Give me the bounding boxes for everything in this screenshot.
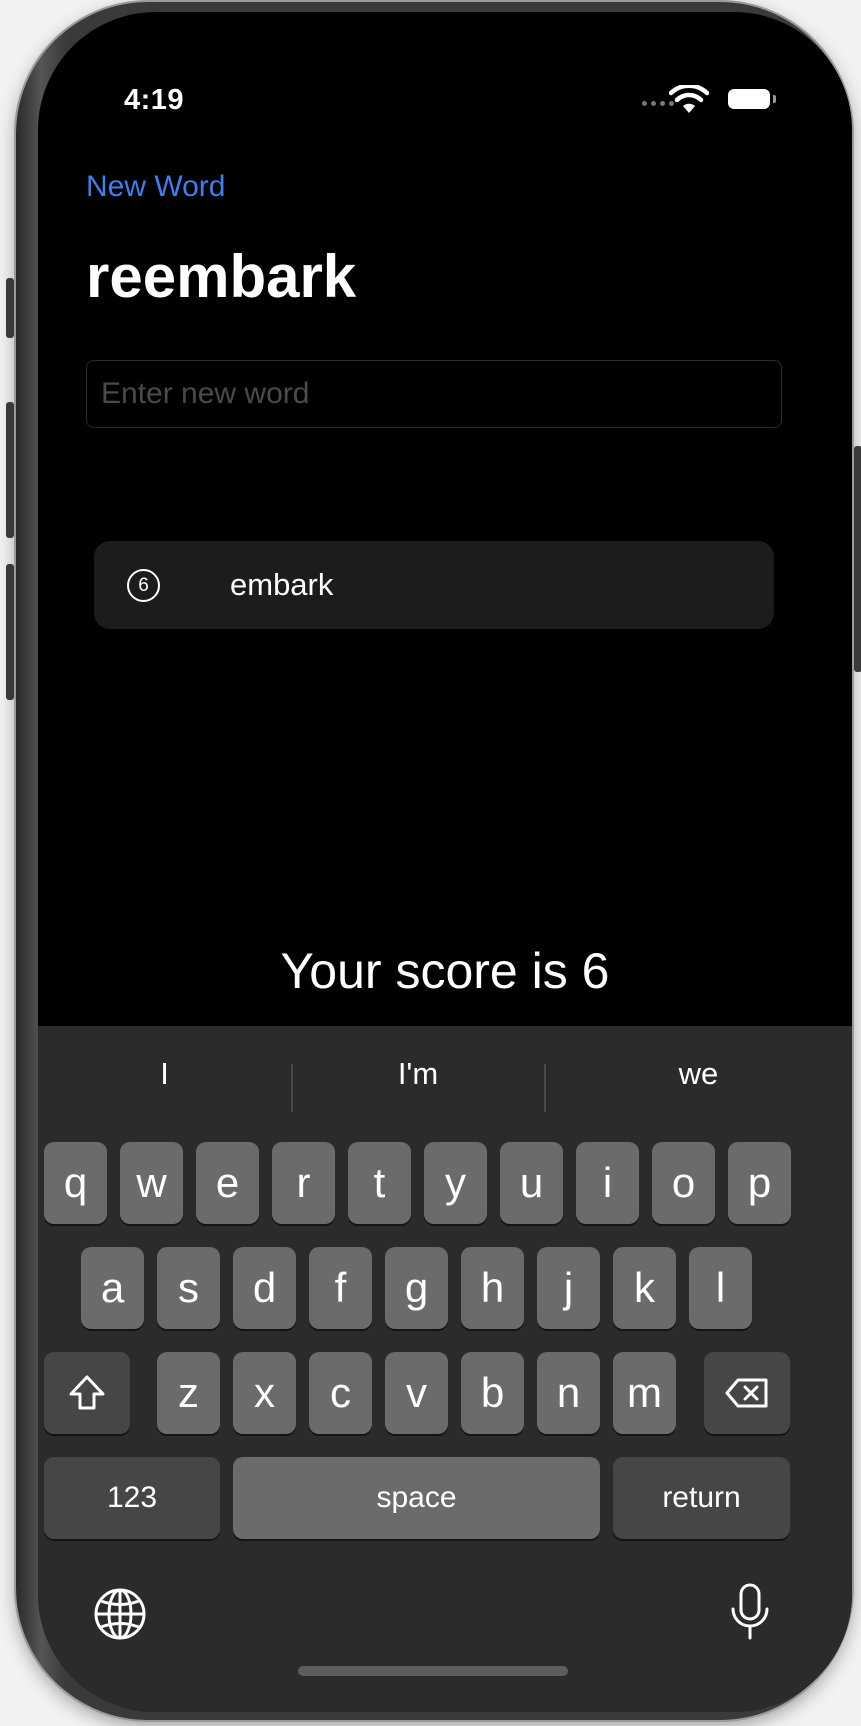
key-q[interactable]: q <box>44 1142 107 1224</box>
key-x[interactable]: x <box>233 1352 296 1434</box>
return-key[interactable]: return <box>613 1457 790 1539</box>
word-input[interactable] <box>86 360 782 428</box>
key-i[interactable]: i <box>576 1142 639 1224</box>
key-c[interactable]: c <box>309 1352 372 1434</box>
volume-up-button <box>6 402 14 538</box>
list-item: 6 embark <box>94 541 774 629</box>
key-o[interactable]: o <box>652 1142 715 1224</box>
key-e[interactable]: e <box>196 1142 259 1224</box>
delete-key[interactable] <box>704 1352 790 1434</box>
wifi-icon <box>669 85 709 113</box>
key-y[interactable]: y <box>424 1142 487 1224</box>
key-d[interactable]: d <box>233 1247 296 1329</box>
predictive-bar: I I'm we <box>38 1026 852 1122</box>
key-u[interactable]: u <box>500 1142 563 1224</box>
home-indicator[interactable] <box>298 1666 568 1676</box>
page-title: reembark <box>86 243 357 310</box>
key-t[interactable]: t <box>348 1142 411 1224</box>
volume-down-button <box>6 564 14 700</box>
score-label: Your score is 6 <box>280 943 610 999</box>
numbers-key[interactable]: 123 <box>44 1457 220 1539</box>
shift-key[interactable] <box>44 1352 130 1434</box>
key-n[interactable]: n <box>537 1352 600 1434</box>
screen: 4:19 New Word reembark 6 embark Your sco… <box>38 12 852 1712</box>
key-l[interactable]: l <box>689 1247 752 1329</box>
delete-icon <box>725 1378 768 1408</box>
key-w[interactable]: w <box>120 1142 183 1224</box>
key-f[interactable]: f <box>309 1247 372 1329</box>
new-word-button[interactable]: New Word <box>86 170 225 204</box>
prediction-1[interactable]: I <box>38 1026 291 1122</box>
shift-icon <box>69 1375 105 1410</box>
key-k[interactable]: k <box>613 1247 676 1329</box>
prediction-3[interactable]: we <box>545 1026 852 1122</box>
mute-switch <box>6 278 14 338</box>
key-p[interactable]: p <box>728 1142 791 1224</box>
power-button <box>854 446 861 672</box>
microphone-icon[interactable] <box>728 1582 772 1642</box>
key-b[interactable]: b <box>461 1352 524 1434</box>
globe-icon[interactable] <box>92 1586 148 1642</box>
space-key[interactable]: space <box>233 1457 600 1539</box>
key-z[interactable]: z <box>157 1352 220 1434</box>
key-a[interactable]: a <box>81 1247 144 1329</box>
keyboard: I I'm we q w e r t y u i o p a s d f g h… <box>38 1026 852 1712</box>
prediction-2[interactable]: I'm <box>292 1026 544 1122</box>
key-j[interactable]: j <box>537 1247 600 1329</box>
battery-icon <box>728 89 776 109</box>
letter-count-icon: 6 <box>127 569 160 602</box>
used-word-label: embark <box>230 567 334 602</box>
key-h[interactable]: h <box>461 1247 524 1329</box>
key-r[interactable]: r <box>272 1142 335 1224</box>
status-time: 4:19 <box>124 84 185 116</box>
key-g[interactable]: g <box>385 1247 448 1329</box>
key-s[interactable]: s <box>157 1247 220 1329</box>
key-m[interactable]: m <box>613 1352 676 1434</box>
key-v[interactable]: v <box>385 1352 448 1434</box>
